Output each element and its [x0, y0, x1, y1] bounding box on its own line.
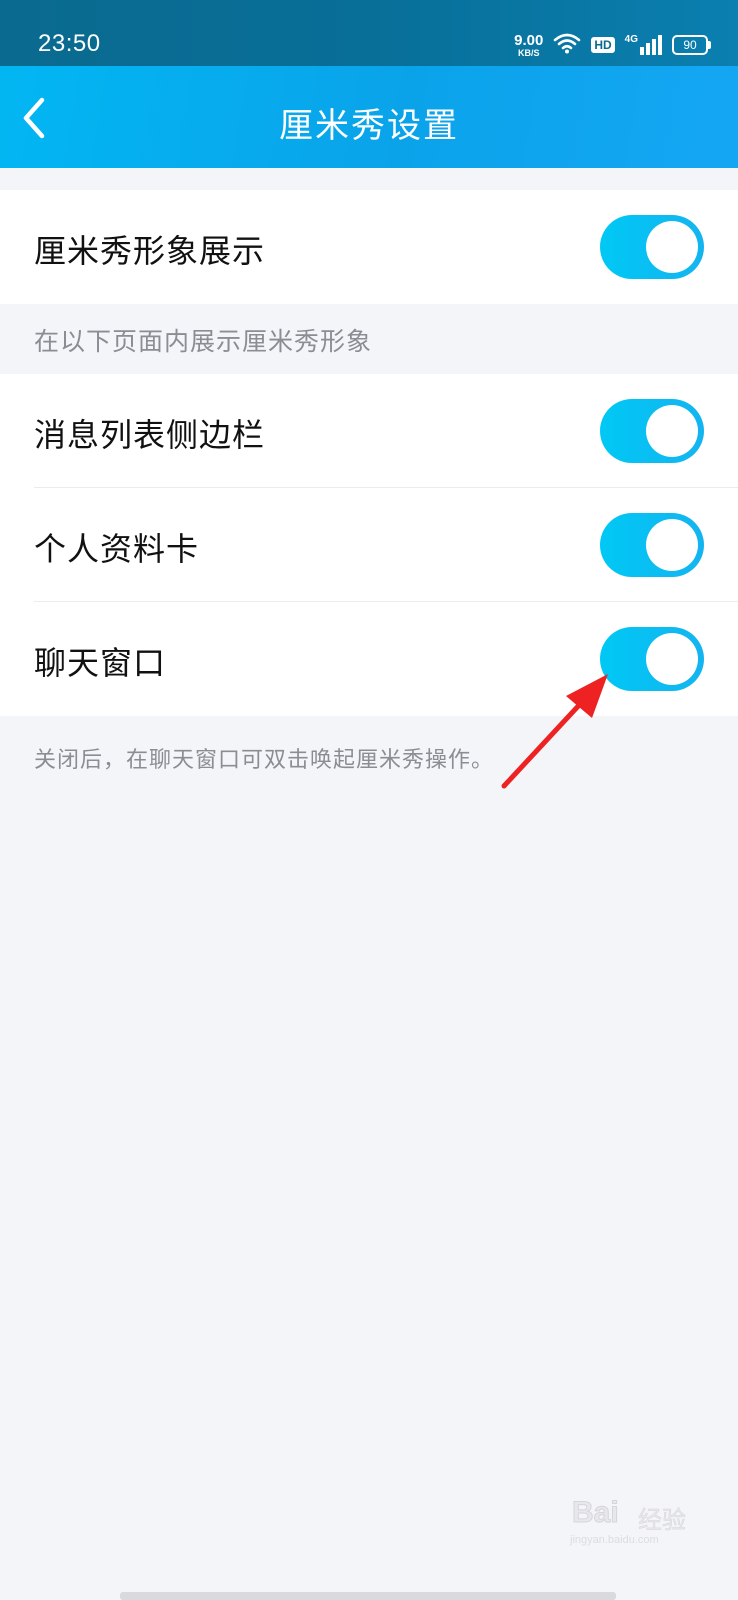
network-speed: 9.00 KB/S [514, 33, 543, 58]
profile-card-toggle[interactable] [600, 513, 704, 577]
page-settings-group: 消息列表侧边栏 个人资料卡 聊天窗口 [0, 374, 738, 716]
gesture-bar [120, 1592, 616, 1600]
battery-level: 90 [683, 38, 697, 52]
signal-icon: 4G [624, 34, 662, 55]
message-sidebar-toggle[interactable] [600, 399, 704, 463]
baidu-watermark: Bai 经验 jingyan.baidu.com [568, 1486, 704, 1550]
annotation-arrow-icon [490, 670, 620, 800]
network-speed-value: 9.00 [514, 31, 544, 49]
wifi-icon [553, 32, 581, 58]
watermark-brand-suffix: 经验 [638, 1506, 687, 1535]
main-display-toggle[interactable] [600, 215, 704, 279]
toggle-knob [646, 405, 698, 457]
setting-label: 个人资料卡 [34, 530, 200, 568]
toggle-knob [646, 519, 698, 571]
status-icons: 9.00 KB/S HD 4G 90 [514, 30, 711, 60]
setting-row-chat-window: 聊天窗口 [0, 602, 738, 716]
footer-caption: 关闭后，在聊天窗口可双击唤起厘米秀操作。 [34, 748, 495, 773]
setting-row-main: 厘米秀形象展示 [0, 190, 738, 304]
setting-label: 聊天窗口 [34, 644, 167, 682]
network-speed-unit: KB/S [517, 47, 540, 58]
hd-badge: HD [591, 37, 615, 53]
section-caption: 在以下页面内展示厘米秀形象 [34, 327, 373, 356]
toggle-knob [646, 633, 698, 685]
setting-label: 厘米秀形象展示 [34, 232, 266, 270]
watermark-url: jingyan.baidu.com [570, 1534, 659, 1546]
status-time: 23:50 [38, 30, 101, 57]
setting-row-message-sidebar: 消息列表侧边栏 [0, 374, 738, 488]
main-setting-group: 厘米秀形象展示 [0, 190, 738, 304]
watermark-brand: Bai [572, 1496, 620, 1530]
navigation-bar: 厘米秀设置 [0, 66, 738, 168]
setting-row-profile-card: 个人资料卡 [0, 488, 738, 602]
toggle-knob [646, 221, 698, 273]
page-title: 厘米秀设置 [279, 106, 459, 146]
battery-icon: 90 [672, 35, 711, 55]
network-type-label: 4G [624, 34, 638, 45]
status-bar: 23:50 9.00 KB/S HD 4G 90 [0, 0, 738, 66]
setting-label: 消息列表侧边栏 [34, 416, 266, 454]
